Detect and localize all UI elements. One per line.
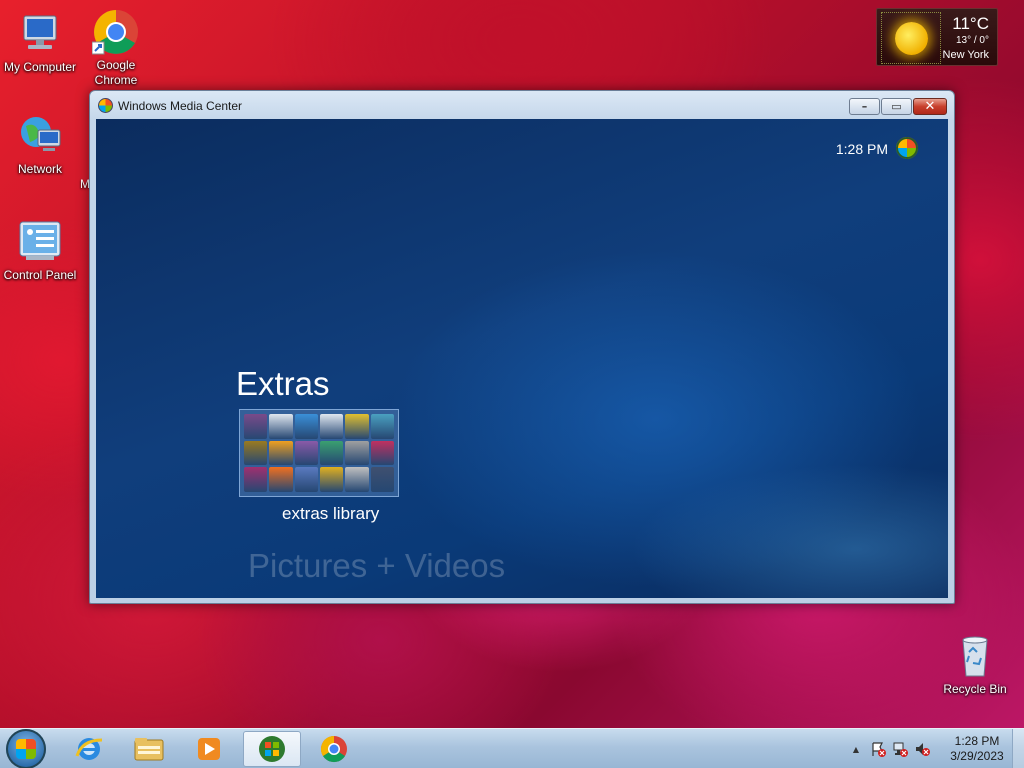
desktop-icon-google-chrome[interactable]: Google Chrome: [76, 8, 156, 88]
tray-time: 1:28 PM: [954, 734, 1000, 748]
show-hidden-icons-button[interactable]: ▲: [848, 741, 864, 757]
system-tray: ▲ 1:28 PM 3/29/2023: [844, 729, 1024, 768]
recycle-bin-icon: [951, 632, 999, 680]
taskbar-file-explorer[interactable]: [120, 731, 178, 767]
extras-app-thumbnail: [269, 414, 293, 439]
extras-app-thumbnail: [244, 440, 268, 466]
maximize-icon: ▭: [891, 100, 902, 113]
weather-gadget[interactable]: 11°C 13° / 0° New York: [876, 8, 998, 66]
desktop-icon-recycle-bin[interactable]: Recycle Bin: [935, 632, 1015, 697]
minimize-icon: –: [861, 100, 868, 113]
maximize-button[interactable]: ▭: [881, 98, 912, 115]
section-title-pictures-videos[interactable]: Pictures + Videos: [248, 547, 505, 585]
taskbar-internet-explorer[interactable]: [60, 731, 118, 767]
volume-muted-icon[interactable]: [914, 741, 930, 757]
extras-app-thumbnail: [294, 414, 318, 439]
control-panel-icon: [16, 218, 64, 266]
chrome-icon: [320, 735, 347, 763]
extras-app-thumbnail: [269, 440, 293, 466]
minimize-button[interactable]: –: [849, 98, 880, 115]
extras-app-thumbnail: [244, 467, 268, 492]
windows-media-center-icon: [259, 736, 285, 762]
windows-start-orb-icon[interactable]: [896, 137, 918, 159]
extras-app-thumbnail: [370, 414, 394, 439]
media-center-content: 1:28 PM Extras extras library Pictures +…: [96, 119, 948, 598]
start-button[interactable]: [6, 729, 46, 768]
taskbar: ▲ 1:28 PM 3/29/2023: [0, 728, 1024, 768]
desktop-icon-label: Google Chrome: [94, 58, 138, 87]
extras-app-thumbnail: [345, 467, 369, 492]
desktop-icon-label: Recycle Bin: [943, 682, 1007, 696]
action-center-flag-icon[interactable]: [870, 741, 886, 757]
extras-library-tile[interactable]: [239, 409, 399, 497]
extras-app-thumbnail: [370, 440, 394, 466]
desktop-icon-control-panel[interactable]: Control Panel: [0, 218, 80, 283]
extras-tile-grid: [244, 414, 394, 492]
extras-app-thumbnail: [320, 467, 344, 492]
tray-date: 3/29/2023: [950, 749, 1004, 763]
extras-app-thumbnail: [244, 414, 268, 439]
extras-app-thumbnail: [345, 414, 369, 439]
chrome-icon: [91, 8, 140, 56]
extras-app-thumbnail: [345, 440, 369, 466]
extras-app-thumbnail: [370, 467, 394, 492]
desktop-icon-network[interactable]: Network: [0, 112, 80, 177]
weather-city: New York: [942, 49, 989, 61]
media-center-window: Windows Media Center – ▭ ✕ 1:28 PM Extra…: [89, 90, 955, 604]
taskbar-windows-media-center[interactable]: [243, 731, 301, 767]
window-titlebar[interactable]: Windows Media Center – ▭ ✕: [90, 91, 954, 119]
network-icon: [16, 112, 64, 160]
extras-app-thumbnail: [320, 414, 344, 439]
media-center-logo-icon: [98, 98, 113, 113]
show-desktop-button[interactable]: [1012, 729, 1024, 768]
media-center-clock: 1:28 PM: [835, 141, 888, 157]
extras-app-thumbnail: [294, 467, 318, 492]
tray-clock[interactable]: 1:28 PM 3/29/2023: [948, 734, 1006, 764]
extras-app-thumbnail: [269, 467, 293, 492]
computer-icon: [16, 10, 64, 58]
close-button[interactable]: ✕: [913, 98, 947, 115]
desktop-icon-label: Control Panel: [3, 268, 77, 282]
extras-app-thumbnail: [320, 440, 344, 466]
window-title: Windows Media Center: [118, 99, 243, 113]
desktop-icon-label: My Computer: [3, 60, 77, 74]
weather-range: 13° / 0°: [955, 35, 989, 46]
taskbar-media-player[interactable]: [180, 731, 238, 767]
weather-temperature: 11°C: [952, 14, 989, 33]
section-title-extras: Extras: [236, 365, 330, 402]
close-icon: ✕: [924, 99, 936, 114]
desktop-icon-label: Network: [17, 162, 62, 176]
sun-icon: [881, 12, 941, 64]
file-explorer-icon: [134, 738, 164, 761]
extras-app-thumbnail: [294, 440, 318, 466]
taskbar-chrome[interactable]: [305, 731, 363, 767]
media-player-icon: [198, 738, 220, 760]
extras-library-label: extras library: [282, 504, 380, 523]
internet-explorer-icon: [75, 738, 103, 760]
desktop-icon-my-computer[interactable]: My Computer: [0, 10, 80, 75]
network-status-icon[interactable]: [892, 741, 908, 757]
